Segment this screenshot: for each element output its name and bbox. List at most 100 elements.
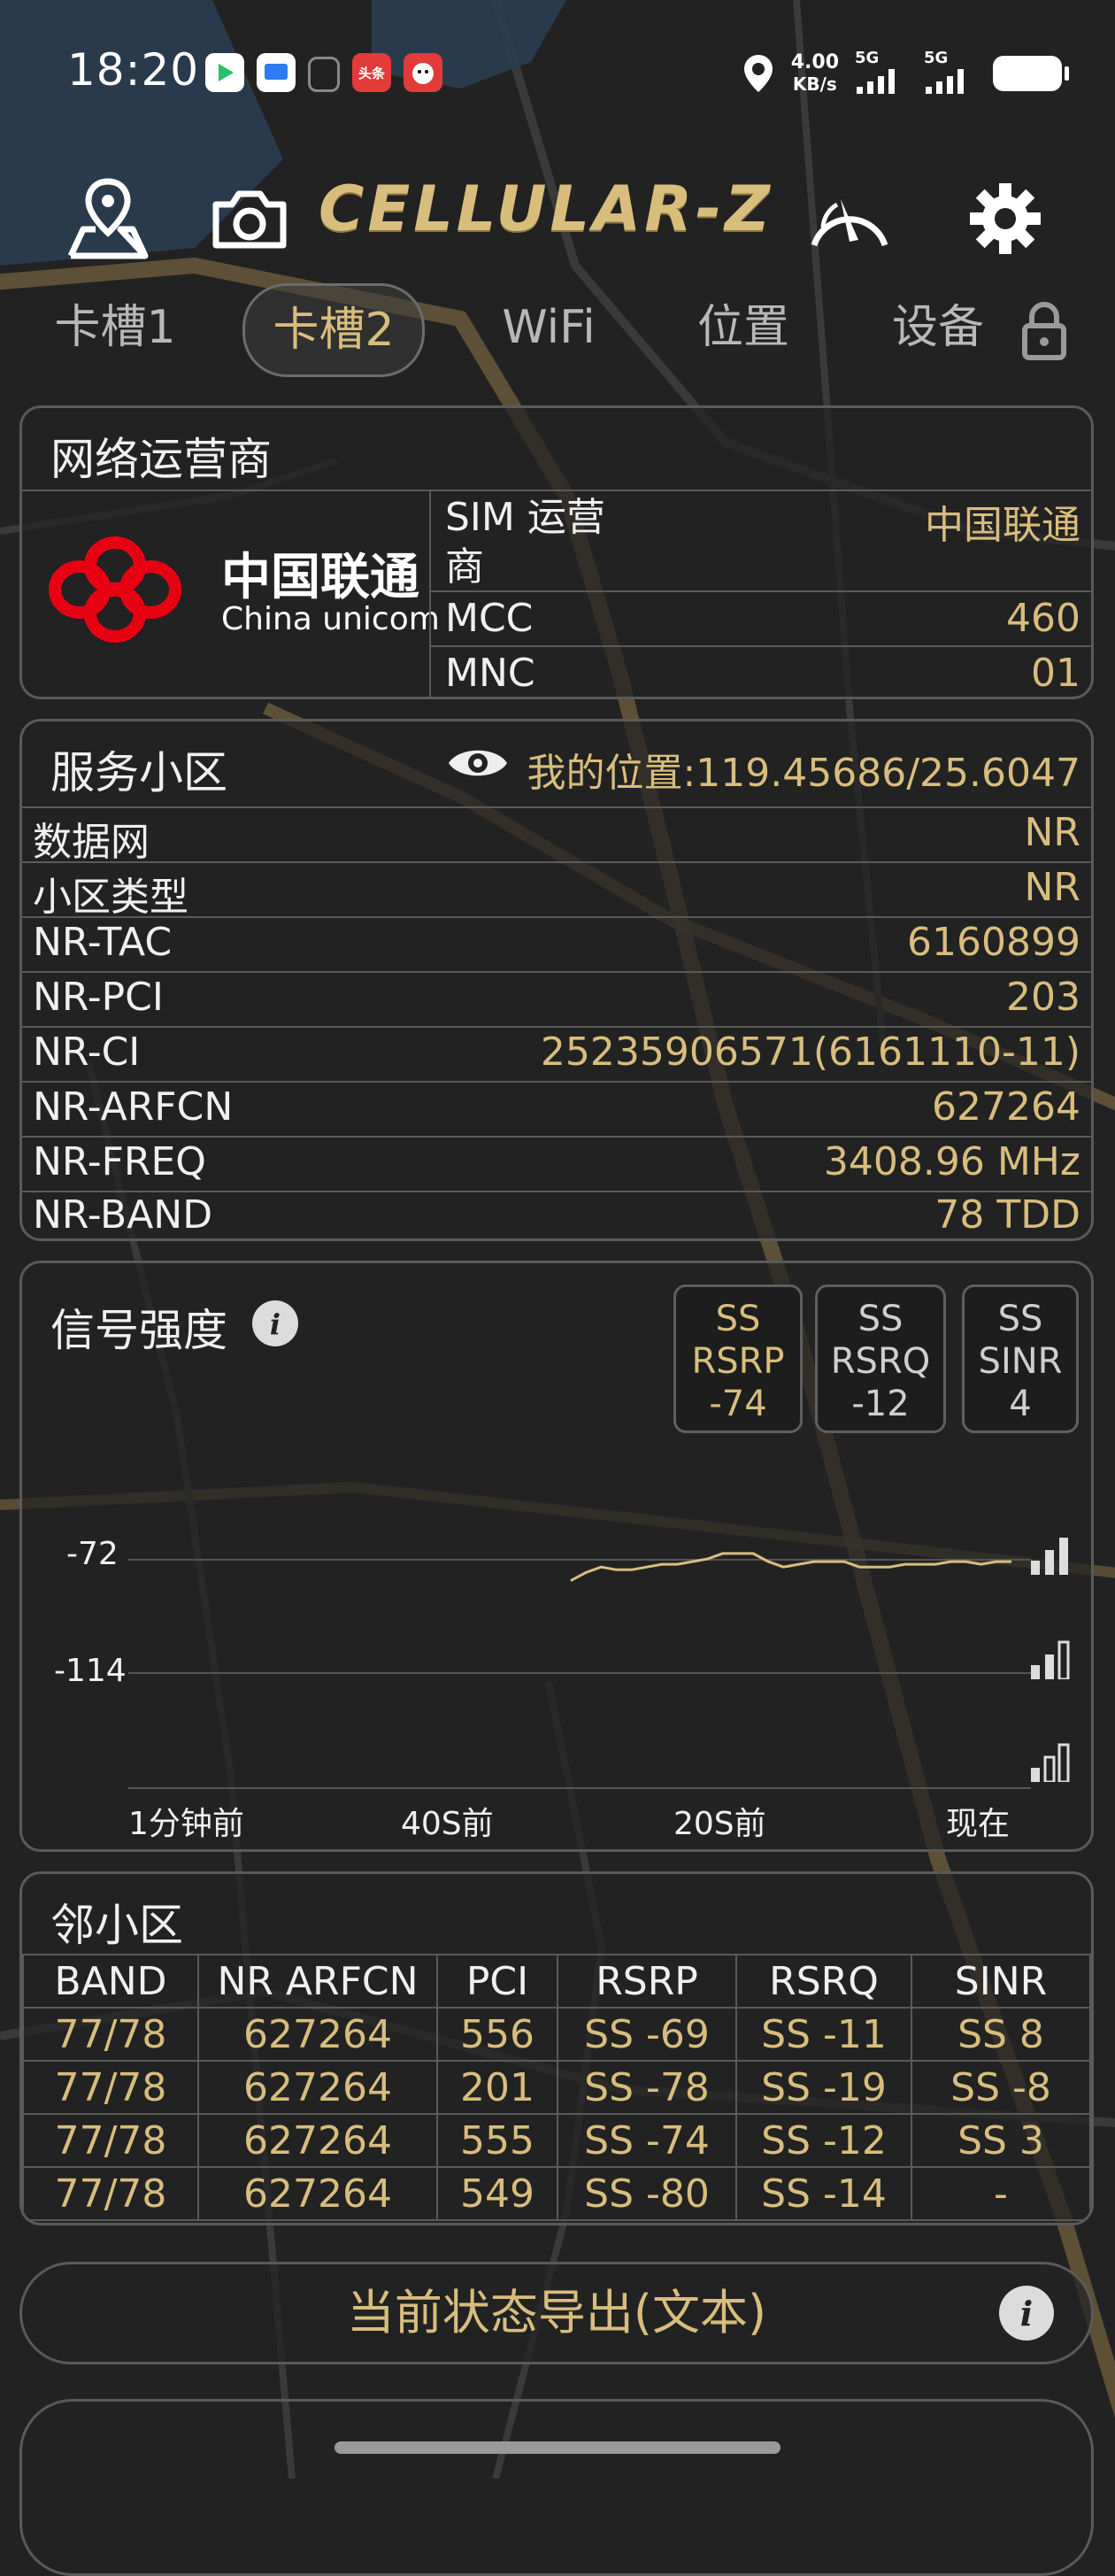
unicom-logo-en: China unicom [221,601,440,637]
sim-operator-label: SIM 运营商 [445,495,605,590]
col-header-rsrq: RSRQ [735,1954,912,2009]
signal-level-icon-strong [1031,1538,1068,1575]
data-network-label: 数据网 [33,820,150,865]
tab-device[interactable]: 设备 [858,283,1018,372]
cell-pci: 201 [436,2060,558,2115]
sim2-network-type: 5G [924,49,949,67]
divider [22,916,1091,918]
mcc-label: MCC [445,596,534,641]
x-tick-label: 40S前 [401,1806,494,1842]
mnc-label: MNC [445,651,535,696]
divider [22,1081,1091,1083]
map-location-icon[interactable] [64,174,152,263]
nr-tac-value: 6160899 [907,920,1080,965]
cell-rsrq: SS -11 [735,2007,912,2062]
divider [22,806,1091,808]
divider [22,1026,1091,1028]
table-row: 77/78 627264 556 SS -69 SS -11 SS 8 [22,2007,1091,2062]
nr-freq-label: NR-FREQ [33,1139,206,1184]
nr-ci-label: NR-CI [33,1030,141,1075]
export-label: 当前状态导出(文本) [346,2285,767,2341]
news-app-label: 头条 [358,65,385,81]
divider [22,1136,1091,1138]
eye-icon[interactable] [445,741,511,785]
col-header-arfcn: NR ARFCN [197,1954,438,2009]
table-row: 77/78 627264 201 SS -78 SS -19 SS -8 [22,2060,1091,2115]
data-network-value: NR [1024,810,1081,855]
cell-sinr: SS 3 [911,2113,1091,2168]
cell-band: 77/78 [22,2166,199,2221]
cell-pci: 556 [436,2007,558,2062]
tab-bar: 卡槽1 卡槽2 WiFi 位置 设备 [27,283,1088,381]
cell-arfcn: 627264 [197,2166,438,2221]
sim1-network-type: 5G [855,49,880,67]
next-panel-edge [19,2399,1094,2576]
status-time: 18:20 [67,44,200,96]
cell-rsrp: SS -74 [557,2113,737,2168]
neighbor-title: 邻小区 [50,1900,183,1951]
divider [429,491,431,697]
home-indicator[interactable] [334,2441,780,2454]
cell-band: 77/78 [22,2113,199,2168]
col-header-band: BAND [22,1954,199,2009]
camera-icon[interactable] [205,174,294,263]
nr-pci-value: 203 [1006,975,1080,1020]
nr-freq-value: 3408.96 MHz [823,1139,1080,1184]
operator-panel-title: 网络运营商 [50,434,272,485]
cell-band: 77/78 [22,2060,199,2115]
divider [22,971,1091,973]
settings-gear-icon[interactable] [961,174,1050,263]
tab-slot-1[interactable]: 卡槽1 [27,283,204,372]
mcc-value: 460 [1006,596,1080,641]
tab-wifi[interactable]: WiFi [469,283,628,372]
chat-app-icon [257,53,296,92]
lock-icon[interactable] [1018,299,1071,361]
mnc-value: 01 [1031,651,1080,696]
nr-pci-label: NR-PCI [33,975,164,1020]
signal-panel: 信号强度 i SS RSRP -74 SS RSRQ -12 SS SINR 4… [19,1261,1094,1852]
cell-sinr: SS -8 [911,2060,1091,2115]
status-bar: 18:20 头条 4.00 KB/s 5G 5G [0,0,1115,150]
cell-type-label: 小区类型 [33,875,188,920]
battery-icon [993,56,1069,91]
cell-rsrp: SS -69 [557,2007,737,2062]
unicom-logo-cn: 中国联通 [221,549,419,606]
signal-bars-icon [857,69,895,94]
signal-level-icon-weak [1031,1743,1070,1782]
app-brand: CELLULAR-Z [319,173,773,245]
speedometer-icon[interactable] [805,174,894,263]
nr-arfcn-label: NR-ARFCN [33,1084,234,1130]
cell-rsrp: SS -80 [557,2166,737,2221]
x-tick-label: 1分钟前 [128,1806,244,1842]
tab-slot-2[interactable]: 卡槽2 [242,283,425,377]
operator-panel: 网络运营商 中国联通 China unicom SIM 运营商 中国联通 MCC… [19,405,1094,699]
nr-band-label: NR-BAND [33,1192,213,1238]
news-app-icon: 头条 [352,53,391,92]
x-tick-label: 现在 [946,1806,1011,1842]
serving-cell-panel: 服务小区 我的位置:119.45686/25.6047 数据网 NR 小区类型 … [19,719,1094,1241]
copy-icon [308,57,340,92]
cell-sinr: - [911,2166,1091,2221]
tab-location[interactable]: 位置 [664,283,823,372]
cell-rsrp: SS -78 [557,2060,737,2115]
my-location: 我的位置:119.45686/25.6047 [527,751,1080,796]
table-row: 77/78 627264 549 SS -80 SS -14 - [22,2166,1091,2221]
export-status-button[interactable]: 当前状态导出(文本) i [19,2262,1094,2364]
neighbor-panel: 邻小区 BAND NR ARFCN PCI RSRP RSRQ SINR 77/… [19,1871,1094,2225]
nr-arfcn-value: 627264 [932,1084,1080,1130]
col-header-sinr: SINR [911,1954,1091,2009]
cell-rsrq: SS -14 [735,2166,912,2221]
col-header-rsrp: RSRP [557,1954,737,2009]
divider [22,490,1091,491]
nr-band-value: 78 TDD [934,1192,1080,1238]
cell-sinr: SS 8 [911,2007,1091,2062]
info-icon[interactable]: i [997,2284,1056,2342]
rsrp-series-line [570,1552,1011,1582]
cell-rsrq: SS -19 [735,2060,912,2115]
cell-rsrq: SS -12 [735,2113,912,2168]
network-speed: 4.00 KB/s [791,52,839,96]
table-row: 77/78 627264 555 SS -74 SS -12 SS 3 [22,2113,1091,2168]
signal-level-icon-medium [1031,1640,1070,1679]
cell-arfcn: 627264 [197,2007,438,2062]
col-header-pci: PCI [436,1954,558,2009]
